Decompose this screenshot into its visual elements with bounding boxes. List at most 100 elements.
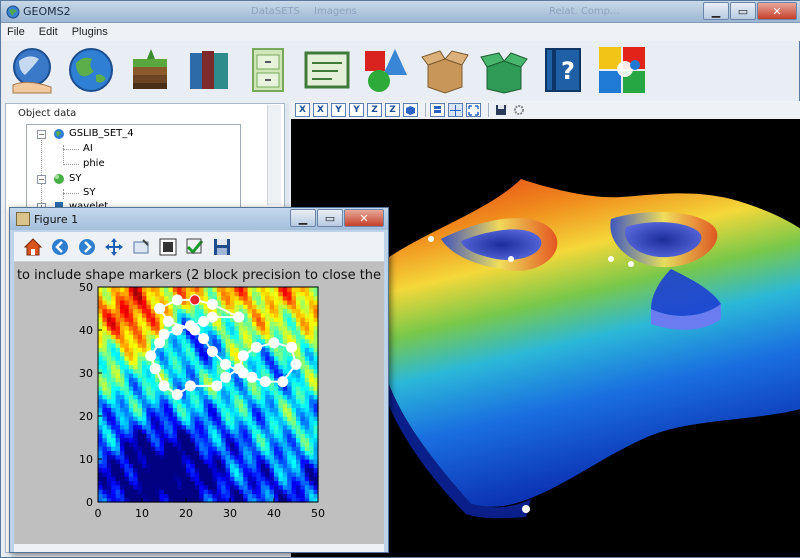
menu-file[interactable]: File — [5, 26, 27, 38]
home-button[interactable] — [22, 236, 44, 258]
figure-maximize-button[interactable]: ▭ — [317, 209, 343, 227]
view-y-plus-button[interactable]: Y — [331, 103, 346, 117]
box-green-icon — [479, 52, 528, 94]
cabinet-button[interactable] — [241, 43, 294, 97]
shape-marker[interactable] — [171, 294, 183, 306]
ghost-tab-datasets: DataSETS — [251, 6, 300, 17]
close-button[interactable]: ✕ — [757, 2, 797, 20]
shape-marker[interactable] — [145, 350, 157, 362]
menu-edit[interactable]: Edit — [37, 26, 60, 38]
puzzle-icon — [598, 47, 645, 93]
back-button[interactable] — [49, 236, 71, 258]
tree-expander-sy[interactable]: − — [37, 175, 46, 184]
layers-button[interactable] — [123, 43, 176, 97]
shape-marker[interactable] — [211, 380, 223, 392]
globe-icon — [68, 48, 113, 92]
layers-view-button[interactable] — [430, 103, 445, 117]
shape-marker[interactable] — [171, 389, 183, 400]
world-hand-icon — [12, 48, 51, 94]
shape-marker[interactable] — [184, 380, 196, 392]
viewer-toolbar: X X Y Y Z Z — [291, 101, 800, 119]
save-view-button[interactable] — [493, 103, 508, 117]
settings-view-button[interactable] — [511, 103, 526, 117]
help-book-icon: ? — [544, 48, 581, 92]
check-button[interactable] — [184, 236, 206, 258]
shapes-button[interactable] — [359, 43, 412, 97]
cabinet-icon — [251, 48, 284, 92]
books-button[interactable] — [182, 43, 235, 97]
stack-icon — [434, 105, 441, 113]
shape-marker[interactable] — [189, 324, 201, 336]
menu-plugins[interactable]: Plugins — [70, 26, 110, 38]
puzzle-button[interactable] — [595, 43, 648, 97]
x-tick-label: 40 — [267, 507, 281, 520]
home-icon — [23, 237, 43, 255]
fit-view-button[interactable] — [448, 103, 463, 117]
tree-item-phie[interactable]: phie — [83, 158, 105, 169]
selected-marker[interactable] — [189, 294, 201, 306]
shape-marker[interactable] — [237, 350, 249, 362]
panel-scrollbar[interactable] — [267, 105, 281, 205]
forward-button[interactable] — [76, 236, 98, 258]
world-hand-button[interactable] — [5, 43, 58, 97]
minimize-button[interactable]: ▁ — [703, 2, 729, 20]
y-tick-label: 30 — [79, 367, 93, 380]
y-tick-label: 40 — [79, 324, 93, 337]
figure-canvas[interactable]: to include shape markers (2 block precis… — [14, 262, 384, 544]
shape-marker[interactable] — [171, 324, 183, 336]
figure-close-button[interactable]: ✕ — [344, 209, 384, 227]
x-tick-label: 50 — [311, 507, 325, 520]
view-z-plus-button[interactable]: Z — [367, 103, 382, 117]
tree-expander-gslib[interactable]: − — [37, 130, 46, 139]
shape-marker[interactable] — [277, 376, 289, 388]
books-icon — [189, 51, 228, 89]
shape-marker[interactable] — [268, 337, 280, 349]
view-y-minus-button[interactable]: Y — [349, 103, 364, 117]
gear-icon — [513, 105, 524, 115]
help-book-button[interactable]: ? — [536, 43, 589, 97]
fullscreen-button[interactable] — [466, 103, 481, 117]
shape-marker[interactable] — [286, 341, 298, 353]
shape-marker[interactable] — [220, 358, 232, 370]
shape-marker[interactable] — [198, 315, 210, 327]
shape-marker[interactable] — [259, 376, 271, 388]
cube-view-button[interactable] — [403, 103, 418, 117]
shape-marker[interactable] — [206, 298, 218, 310]
box-open-icon — [420, 50, 469, 94]
y-tick-label: 10 — [79, 453, 93, 466]
shape-marker[interactable] — [233, 311, 245, 323]
shape-marker[interactable] — [154, 303, 166, 314]
subplots-button[interactable] — [157, 236, 179, 258]
board-button[interactable] — [300, 43, 353, 97]
box-green-button[interactable] — [477, 43, 530, 97]
view-x-minus-button[interactable]: X — [313, 103, 328, 117]
view-x-plus-button[interactable]: X — [295, 103, 310, 117]
shape-marker[interactable] — [149, 363, 161, 375]
shape-marker[interactable] — [158, 380, 170, 392]
figure-status-bar — [14, 544, 384, 552]
shape-marker[interactable] — [162, 315, 174, 327]
globe-button[interactable] — [64, 43, 117, 97]
shape-marker[interactable] — [154, 337, 166, 349]
tree-item-sy[interactable]: SY — [69, 173, 81, 184]
subplots-icon — [159, 238, 177, 255]
box-open-button[interactable] — [418, 43, 471, 97]
tree-item-sy-child[interactable]: SY — [83, 187, 95, 198]
figure-minimize-button[interactable]: ▁ — [290, 209, 316, 227]
figure-toolbar — [14, 232, 384, 262]
zoom-rect-button[interactable] — [130, 236, 152, 258]
save-figure-button[interactable] — [211, 236, 233, 258]
shape-marker[interactable] — [290, 358, 302, 370]
shape-marker[interactable] — [220, 371, 232, 383]
tree-item-ai[interactable]: AI — [83, 143, 93, 154]
shape-marker[interactable] — [250, 341, 262, 353]
shape-marker[interactable] — [198, 333, 210, 345]
arrow-right-icon — [79, 238, 95, 255]
maximize-button[interactable]: ▭ — [730, 2, 756, 20]
view-z-minus-button[interactable]: Z — [385, 103, 400, 117]
tree-item-gslib-set[interactable]: GSLIB_SET_4 — [69, 128, 134, 139]
pan-button[interactable] — [103, 236, 125, 258]
shape-marker[interactable] — [237, 367, 249, 379]
y-tick-label: 0 — [86, 496, 93, 509]
shape-marker[interactable] — [206, 346, 218, 357]
